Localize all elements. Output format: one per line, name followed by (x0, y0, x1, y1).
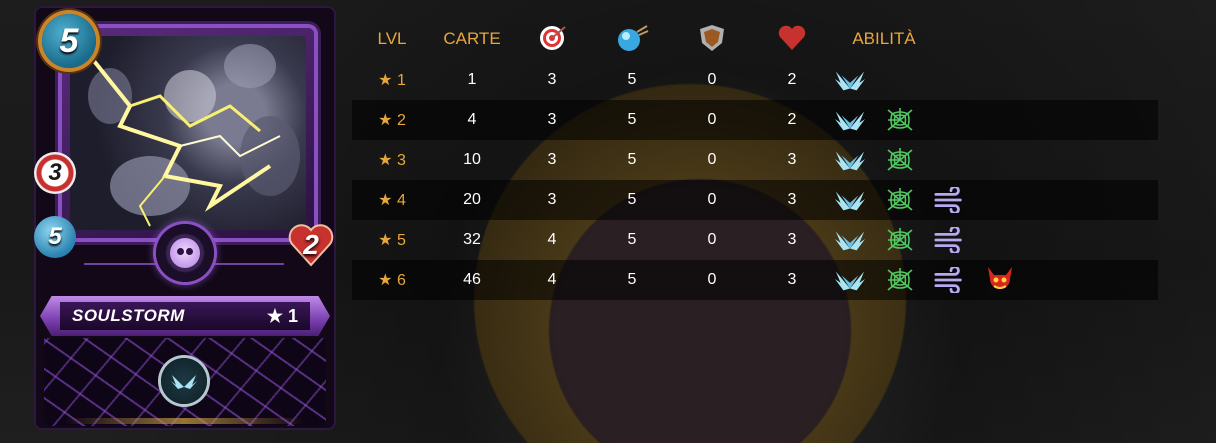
armor-cell: 0 (707, 231, 717, 248)
monster-card: 5 3 5 2 SOULSTORM ★ 1 (34, 6, 336, 430)
cards-cell: 1 (467, 71, 477, 88)
health-stat: 2 (286, 220, 336, 270)
card-art (70, 36, 306, 230)
wings-icon[interactable] (834, 144, 866, 176)
ranged-cell: 3 (547, 71, 557, 88)
health-value: 2 (303, 229, 319, 260)
web-icon[interactable] (884, 224, 916, 256)
cards-cell: 10 (463, 151, 481, 168)
demon-icon[interactable] (984, 264, 1016, 296)
level-stats-table: LVL CARTE ABILITÀ ★ 1 1 3 5 0 2 ★ 2 4 3 … (352, 18, 1158, 300)
speed-orb-icon (615, 21, 649, 55)
abilities-cell (832, 64, 1158, 96)
shield-icon (695, 21, 729, 55)
wings-icon[interactable] (834, 264, 866, 296)
wings-icon[interactable] (834, 184, 866, 216)
wings-icon[interactable] (834, 104, 866, 136)
ranged-cell: 4 (547, 231, 557, 248)
speed-cell: 5 (627, 271, 637, 288)
cards-cell: 32 (463, 231, 481, 248)
wings-icon (161, 358, 207, 404)
level-cell: ★ 3 (378, 152, 406, 169)
ranged-attack-stat: 3 (34, 152, 76, 194)
wind-icon[interactable] (934, 264, 966, 296)
level-cell: ★ 1 (378, 72, 406, 89)
wings-icon[interactable] (834, 64, 866, 96)
abilities-cell (832, 104, 1158, 136)
header-lvl: LVL (377, 29, 407, 48)
card-art-frame (62, 28, 314, 238)
table-body: ★ 1 1 3 5 0 2 ★ 2 4 3 5 0 2 ★ 3 10 3 5 0 3 ★ 4 20 3 5 0 3 ★ 5 32 4… (352, 60, 1158, 300)
skull-icon (170, 238, 200, 268)
speed-cell: 5 (627, 111, 637, 128)
abilities-cell (832, 184, 1158, 216)
speed-cell: 5 (627, 231, 637, 248)
death-splinter-icon (156, 224, 214, 282)
armor-cell: 0 (707, 271, 717, 288)
header-cards: CARTE (443, 29, 501, 48)
cards-cell: 20 (463, 191, 481, 208)
level-cell: ★ 2 (378, 112, 406, 129)
web-icon[interactable] (884, 264, 916, 296)
health-cell: 2 (787, 71, 797, 88)
table-row: ★ 5 32 4 5 0 3 (352, 220, 1158, 260)
level-cell: ★ 4 (378, 192, 406, 209)
table-header: LVL CARTE ABILITÀ (352, 18, 1158, 60)
abilities-cell (832, 144, 1158, 176)
web-icon[interactable] (884, 144, 916, 176)
speed-cell: 5 (627, 151, 637, 168)
speed-cell: 5 (627, 71, 637, 88)
armor-cell: 0 (707, 71, 717, 88)
card-level: ★ 1 (266, 305, 298, 326)
health-cell: 3 (787, 271, 797, 288)
web-icon[interactable] (884, 104, 916, 136)
ranged-cell: 3 (547, 111, 557, 128)
lightning-art-icon (88, 44, 300, 227)
health-cell: 3 (787, 231, 797, 248)
health-cell: 2 (787, 111, 797, 128)
web-icon[interactable] (884, 184, 916, 216)
card-name: SOULSTORM (72, 306, 185, 325)
card-name-bar: SOULSTORM ★ 1 (40, 296, 330, 336)
abilities-cell (832, 224, 1158, 256)
target-icon (535, 21, 569, 55)
cards-cell: 46 (463, 271, 481, 288)
header-abilities: ABILITÀ (852, 29, 916, 48)
speed-cell: 5 (627, 191, 637, 208)
speed-stat: 5 (34, 216, 76, 258)
cards-cell: 4 (467, 111, 477, 128)
armor-cell: 0 (707, 191, 717, 208)
wind-icon[interactable] (934, 184, 966, 216)
health-cell: 3 (787, 151, 797, 168)
ranged-cell: 3 (547, 151, 557, 168)
mana-cost: 5 (42, 14, 96, 68)
level-cell: ★ 6 (378, 272, 406, 289)
ranged-cell: 3 (547, 191, 557, 208)
card-footer-decoration (64, 418, 304, 424)
heart-icon (775, 21, 809, 55)
abilities-cell (832, 264, 1158, 296)
table-row: ★ 4 20 3 5 0 3 (352, 180, 1158, 220)
table-row: ★ 6 46 4 5 0 3 (352, 260, 1158, 300)
ranged-cell: 4 (547, 271, 557, 288)
health-cell: 3 (787, 191, 797, 208)
armor-cell: 0 (707, 151, 717, 168)
wind-icon[interactable] (934, 224, 966, 256)
armor-cell: 0 (707, 111, 717, 128)
table-row: ★ 2 4 3 5 0 2 (352, 100, 1158, 140)
level-cell: ★ 5 (378, 232, 406, 249)
table-row: ★ 1 1 3 5 0 2 (352, 60, 1158, 100)
table-row: ★ 3 10 3 5 0 3 (352, 140, 1158, 180)
wings-icon[interactable] (834, 224, 866, 256)
